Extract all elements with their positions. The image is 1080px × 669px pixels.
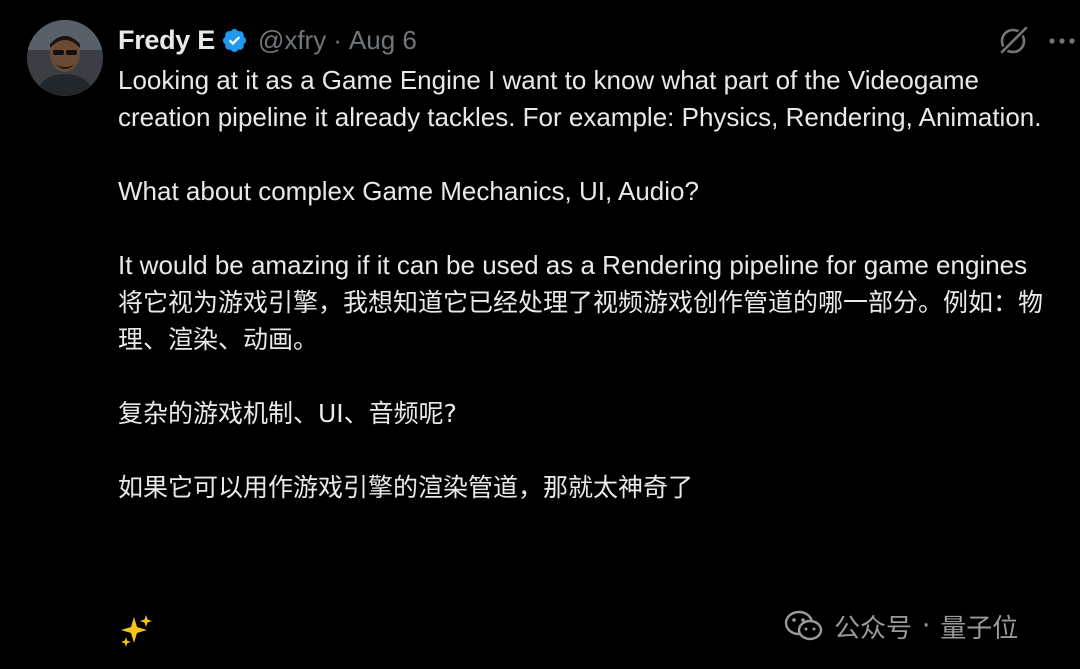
handle[interactable]: @xfry [258, 25, 326, 56]
grok-icon [998, 26, 1028, 56]
watermark: 公众号 · 量子位 [784, 604, 1018, 648]
display-name[interactable]: Fredy E [118, 25, 215, 56]
watermark-separator: · [922, 611, 931, 641]
tweet: Fredy E @xfry · Aug 6 Looking at it as a… [0, 0, 1080, 669]
more-icon [1049, 38, 1075, 44]
verified-badge-icon [221, 27, 248, 54]
tweet-paragraph-zh-2: 复杂的游戏机制、UI、音频呢? [118, 399, 457, 428]
tweet-paragraph-en-3: It would be amazing if it can be used as… [118, 250, 1028, 280]
tweet-paragraph-zh-3: 如果它可以用作游戏引擎的渲染管道，那就太神奇了 [118, 473, 694, 502]
more-button[interactable] [1046, 24, 1080, 58]
post-date[interactable]: Aug 6 [349, 25, 417, 56]
tweet-header: Fredy E @xfry · Aug 6 [118, 20, 417, 60]
watermark-source: 公众号 [834, 613, 913, 644]
grok-button[interactable] [996, 24, 1030, 58]
avatar-photo-icon [27, 20, 103, 96]
wechat-icon [784, 610, 823, 641]
meta-separator: · [333, 24, 342, 55]
tweet-paragraph-zh-1: 将它视为游戏引擎，我想知道它已经处理了视频游戏创作管道的哪一部分。例如：物理、渲… [118, 288, 1044, 354]
sparkles-emoji-icon [118, 613, 154, 649]
tweet-text: Looking at it as a Game Engine I want to… [118, 62, 1070, 506]
watermark-name: 量子位 [940, 613, 1019, 644]
avatar[interactable] [27, 20, 103, 96]
tweet-paragraph-en-2: What about complex Game Mechanics, UI, A… [118, 176, 699, 206]
tweet-paragraph-en-1: Looking at it as a Game Engine I want to… [118, 65, 1042, 132]
